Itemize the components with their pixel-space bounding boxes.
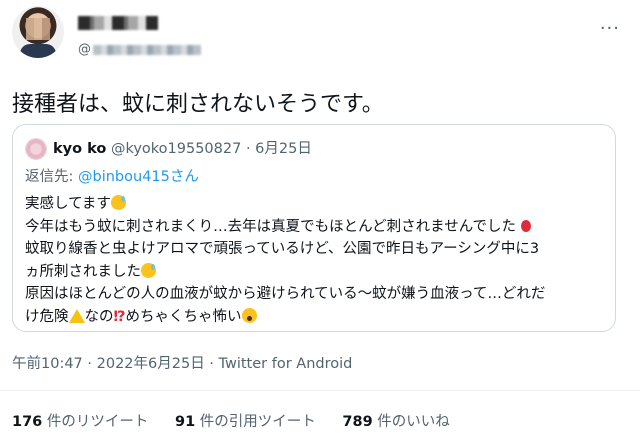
quote-line: ヵ所刺されました [25, 261, 615, 284]
engagement-stats: 176 件のリツイート 91 件の引用ツイート 789 件のいいね [12, 410, 472, 431]
quote-display-name: kyo ko [53, 141, 107, 157]
quote-handle: @kyoko19550827 [110, 141, 242, 157]
quote-line-text: 原因はほとんどの人の血液が蚊から避けられている〜蚊が嫌う血液って…どれだ [25, 286, 546, 302]
tweet-timestamp[interactable]: 午前10:47 · 2022年6月25日 · Twitter for Andro… [12, 352, 352, 373]
quotes-count: 91 [175, 414, 196, 430]
reply-prefix: 返信先: [25, 169, 78, 185]
divider [0, 390, 640, 391]
retweets-stat[interactable]: 176 件のリツイート [12, 414, 148, 430]
quote-line: 蚊取り線香と虫よけアロマで頑張っているけど、公園で昨日もアーシング中に3 [25, 238, 615, 261]
handle-at: @ [78, 42, 91, 57]
likes-stat[interactable]: 789 件のいいね [342, 414, 449, 430]
quote-line: 実感してます [25, 193, 615, 216]
retweets-count: 176 [12, 414, 43, 430]
tweet-header: @ ··· [12, 6, 628, 66]
tweet-text: 接種者は、蚊に刺されないそうです。 [12, 92, 384, 117]
exclamation-question-emoji-icon: ⁉ [113, 308, 126, 325]
handle-redacted [93, 44, 201, 55]
quote-line-text: け危険 [25, 308, 69, 325]
sweat-smile-emoji-icon [141, 262, 156, 278]
likes-label: 件のいいね [372, 414, 450, 430]
balloon-emoji-icon [520, 219, 531, 232]
face-mosaic [26, 18, 50, 40]
quote-line: 原因はほとんどの人の血液が蚊から避けられている〜蚊が嫌う血液って…どれだ [25, 283, 615, 306]
likes-count: 789 [342, 414, 373, 430]
avatar-shirt [20, 44, 56, 58]
quote-line-text: 蚊取り線香と虫よけアロマで頑張っているけど、公園で昨日もアーシング中に3 [25, 241, 540, 257]
user-handle[interactable]: @ [78, 42, 201, 57]
reply-mention-link[interactable]: @binbou415さん [78, 169, 199, 185]
quote-line-text: 今年はもう蚊に刺されまくり…去年は真夏でもほとんど刺されませんでした [25, 218, 516, 235]
quotes-stat[interactable]: 91 件の引用ツイート [175, 414, 316, 430]
quote-avatar [25, 138, 47, 160]
quote-separator: · [245, 141, 251, 157]
avatar[interactable] [12, 6, 64, 58]
quote-header: kyo ko @kyoko19550827 · 6月25日 [25, 137, 312, 160]
quote-date: 6月25日 [255, 141, 312, 157]
warning-emoji-icon [68, 308, 85, 323]
quote-line: け危険 なの⁉めちゃくちゃ怖い [25, 306, 615, 329]
quote-line-text: なの [84, 308, 114, 325]
shocked-face-emoji-icon [241, 307, 257, 323]
reply-to: 返信先: @binbou415さん [25, 165, 199, 186]
quoted-tweet[interactable]: kyo ko @kyoko19550827 · 6月25日 返信先: @binb… [12, 124, 616, 332]
quote-line-text: めちゃくちゃ怖い [125, 308, 242, 325]
quote-body: 実感してます 今年はもう蚊に刺されまくり…去年は真夏でもほとんど刺されませんでし… [25, 193, 615, 328]
sweat-smile-emoji-icon [110, 195, 126, 210]
quote-line-text: ヵ所刺されました [25, 263, 141, 280]
quote-line: 今年はもう蚊に刺されまくり…去年は真夏でもほとんど刺されませんでした [25, 216, 615, 239]
quotes-label: 件の引用ツイート [195, 414, 316, 430]
retweets-label: 件のリツイート [42, 414, 149, 430]
quote-line-text: 実感してます [25, 196, 111, 212]
more-dots-icon[interactable]: ··· [600, 18, 620, 39]
display-name-redacted[interactable] [78, 16, 158, 30]
